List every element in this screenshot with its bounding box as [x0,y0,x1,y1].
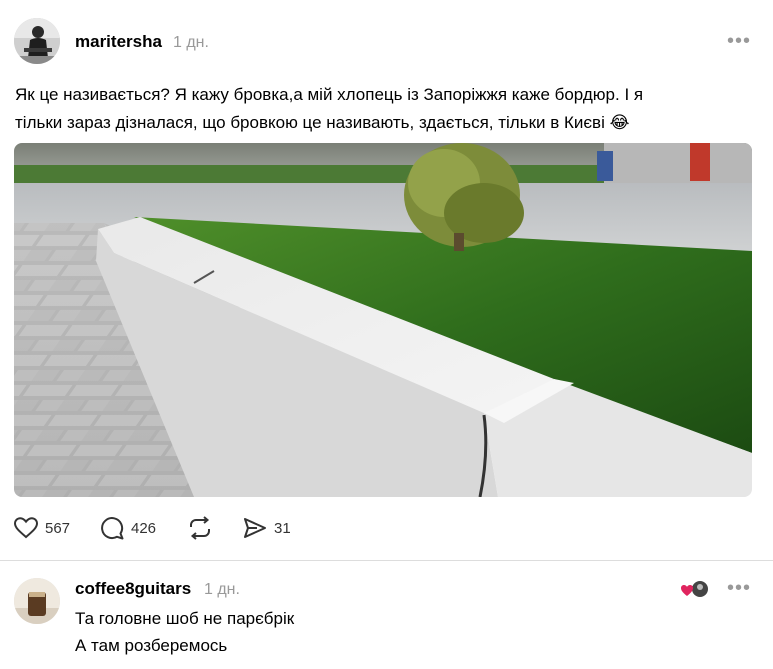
reply-more-options-icon[interactable]: ••• [727,577,751,600]
post-divider [0,560,773,561]
comments-count: 426 [131,519,157,537]
author-avatar[interactable] [14,18,60,64]
post-author-name[interactable]: maritersha [75,32,162,52]
heart-icon [14,517,38,539]
post-text-line-1: Як це називається? Я кажу бровка,а мій х… [15,85,644,104]
post-timestamp[interactable]: 1 дн. [173,34,209,52]
like-button[interactable]: 567 [14,514,70,542]
post-text-line-2: тільки зараз дізналася, що бровкою це на… [15,113,605,132]
post-text-line-2-wrap: тільки зараз дізналася, що бровкою це на… [15,109,755,137]
send-icon [244,518,266,538]
shares-count: 31 [274,519,291,537]
reply-author-avatar[interactable] [14,578,60,624]
comment-bubble-icon [101,517,124,540]
comment-button[interactable]: 426 [100,514,156,542]
laughing-emoji: 😂 [609,113,630,132]
reply-text-line-2: А там розберемось [75,636,228,655]
post-photo[interactable] [14,143,752,497]
reaction-indicator[interactable] [681,580,709,600]
repost-button[interactable] [187,514,213,542]
post-text: Як це називається? Я кажу бровка,а мій х… [15,81,755,137]
heart-reaction-icon [681,585,693,596]
reply-text-line-1: Та головне шоб не парєбрік [75,609,295,628]
share-button[interactable]: 31 [243,514,291,542]
post-more-options-icon[interactable]: ••• [727,30,751,53]
likes-count: 567 [45,519,71,537]
repost-icon [190,516,210,540]
reply-timestamp[interactable]: 1 дн. [204,581,240,599]
reply-author-name[interactable]: coffee8guitars [75,579,191,599]
